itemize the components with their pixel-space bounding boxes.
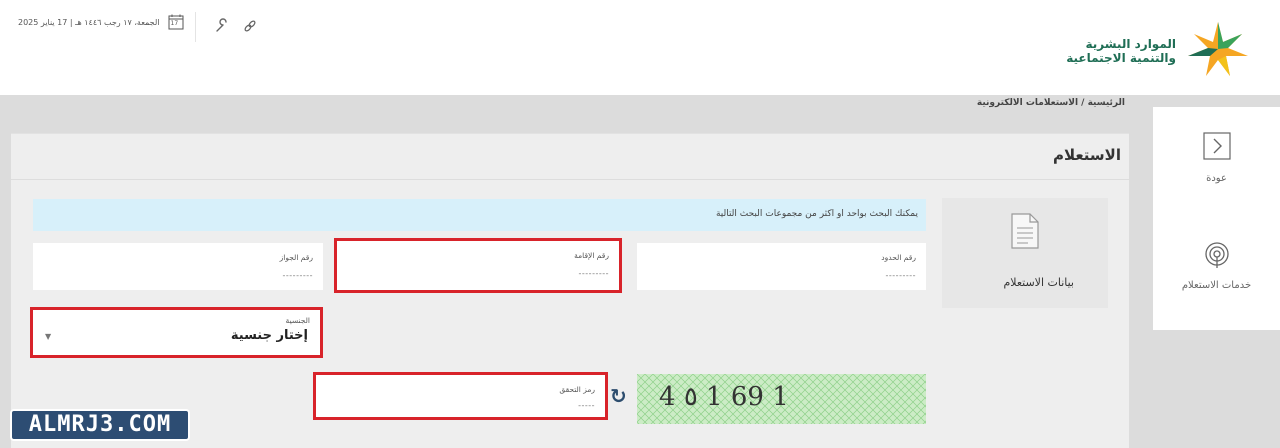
caret-down-icon: ▼ bbox=[45, 332, 52, 341]
date-display: 17 الجمعة، ١٧ رجب ١٤٤٦ هـ | 17 يناير 202… bbox=[18, 14, 184, 30]
date-text: الجمعة، ١٧ رجب ١٤٤٦ هـ | 17 يناير 2025 bbox=[18, 17, 160, 27]
chevron-right-icon bbox=[1202, 132, 1231, 163]
toolbar bbox=[195, 12, 265, 42]
nationality-value[interactable]: إختار جنسية bbox=[231, 328, 308, 343]
info-message: يمكنك البحث بواحد او اكثر من مجموعات الب… bbox=[715, 209, 918, 219]
border-number-label: رقم الحدود bbox=[881, 253, 916, 262]
calendar-icon: 17 bbox=[168, 14, 184, 30]
logo-line-1: الموارد البشرية bbox=[1085, 37, 1176, 51]
border-number-field[interactable]: رقم الحدود --------- bbox=[637, 243, 926, 290]
back-button[interactable]: عودة bbox=[1153, 132, 1280, 184]
broadcast-icon bbox=[1203, 241, 1231, 272]
captcha-image: 4 ٥ 1 69 1 bbox=[637, 374, 926, 424]
inquiry-data-label: بيانات الاستعلام bbox=[1003, 276, 1074, 289]
page-title: الاستعلام bbox=[1052, 146, 1121, 164]
ministry-logo[interactable]: الموارد البشرية والتنمية الاجتماعية bbox=[1066, 20, 1254, 82]
passport-number-input[interactable]: --------- bbox=[283, 271, 313, 280]
iqama-number-input[interactable]: --------- bbox=[579, 269, 609, 278]
captcha-code-field[interactable]: رمز التحقق ----- bbox=[313, 372, 608, 420]
captcha-code-label: رمز التحقق bbox=[559, 385, 595, 394]
link-icon[interactable] bbox=[242, 18, 258, 38]
panel-header: الاستعلام bbox=[11, 134, 1129, 180]
info-alert: يمكنك البحث بواحد او اكثر من مجموعات الب… bbox=[33, 199, 926, 231]
inquiry-services-label: خدمات الاستعلام bbox=[1181, 280, 1252, 291]
captcha-code-input[interactable]: ----- bbox=[578, 401, 595, 410]
passport-number-field[interactable]: رقم الجواز --------- bbox=[33, 243, 323, 290]
inquiry-panel: الاستعلام بيانات الاستعلام يمكنك البحث ب… bbox=[11, 133, 1129, 448]
nationality-select[interactable]: الجنسية إختار جنسية ▼ bbox=[30, 307, 323, 358]
calendar-day: 17 bbox=[170, 20, 179, 27]
back-label: عودة bbox=[1206, 173, 1227, 184]
inquiry-data-card[interactable]: بيانات الاستعلام bbox=[942, 198, 1108, 308]
inquiry-services-button[interactable]: خدمات الاستعلام bbox=[1153, 241, 1280, 291]
refresh-captcha-icon[interactable]: ↻ bbox=[610, 384, 627, 408]
star-logo-icon bbox=[1182, 20, 1254, 82]
border-number-input[interactable]: --------- bbox=[886, 271, 916, 280]
iqama-number-field[interactable]: رقم الإقامة --------- bbox=[334, 238, 622, 293]
passport-number-label: رقم الجواز bbox=[279, 253, 313, 262]
breadcrumb[interactable]: الرئيسية / الاستعلامات الالكترونية bbox=[977, 98, 1125, 108]
side-panel: عودة خدمات الاستعلام bbox=[1153, 107, 1280, 330]
top-bar: 17 الجمعة، ١٧ رجب ١٤٤٦ هـ | 17 يناير 202… bbox=[0, 0, 1280, 95]
document-icon bbox=[1010, 212, 1040, 254]
logo-text: الموارد البشرية والتنمية الاجتماعية bbox=[1066, 37, 1176, 65]
logo-line-2: والتنمية الاجتماعية bbox=[1066, 51, 1176, 65]
wrench-icon[interactable] bbox=[214, 18, 230, 38]
iqama-number-label: رقم الإقامة bbox=[574, 251, 609, 260]
site-watermark: ALMRJ3.COM bbox=[10, 409, 190, 441]
nationality-label: الجنسية bbox=[285, 316, 310, 325]
captcha-text: 4 ٥ 1 69 1 bbox=[659, 382, 789, 412]
